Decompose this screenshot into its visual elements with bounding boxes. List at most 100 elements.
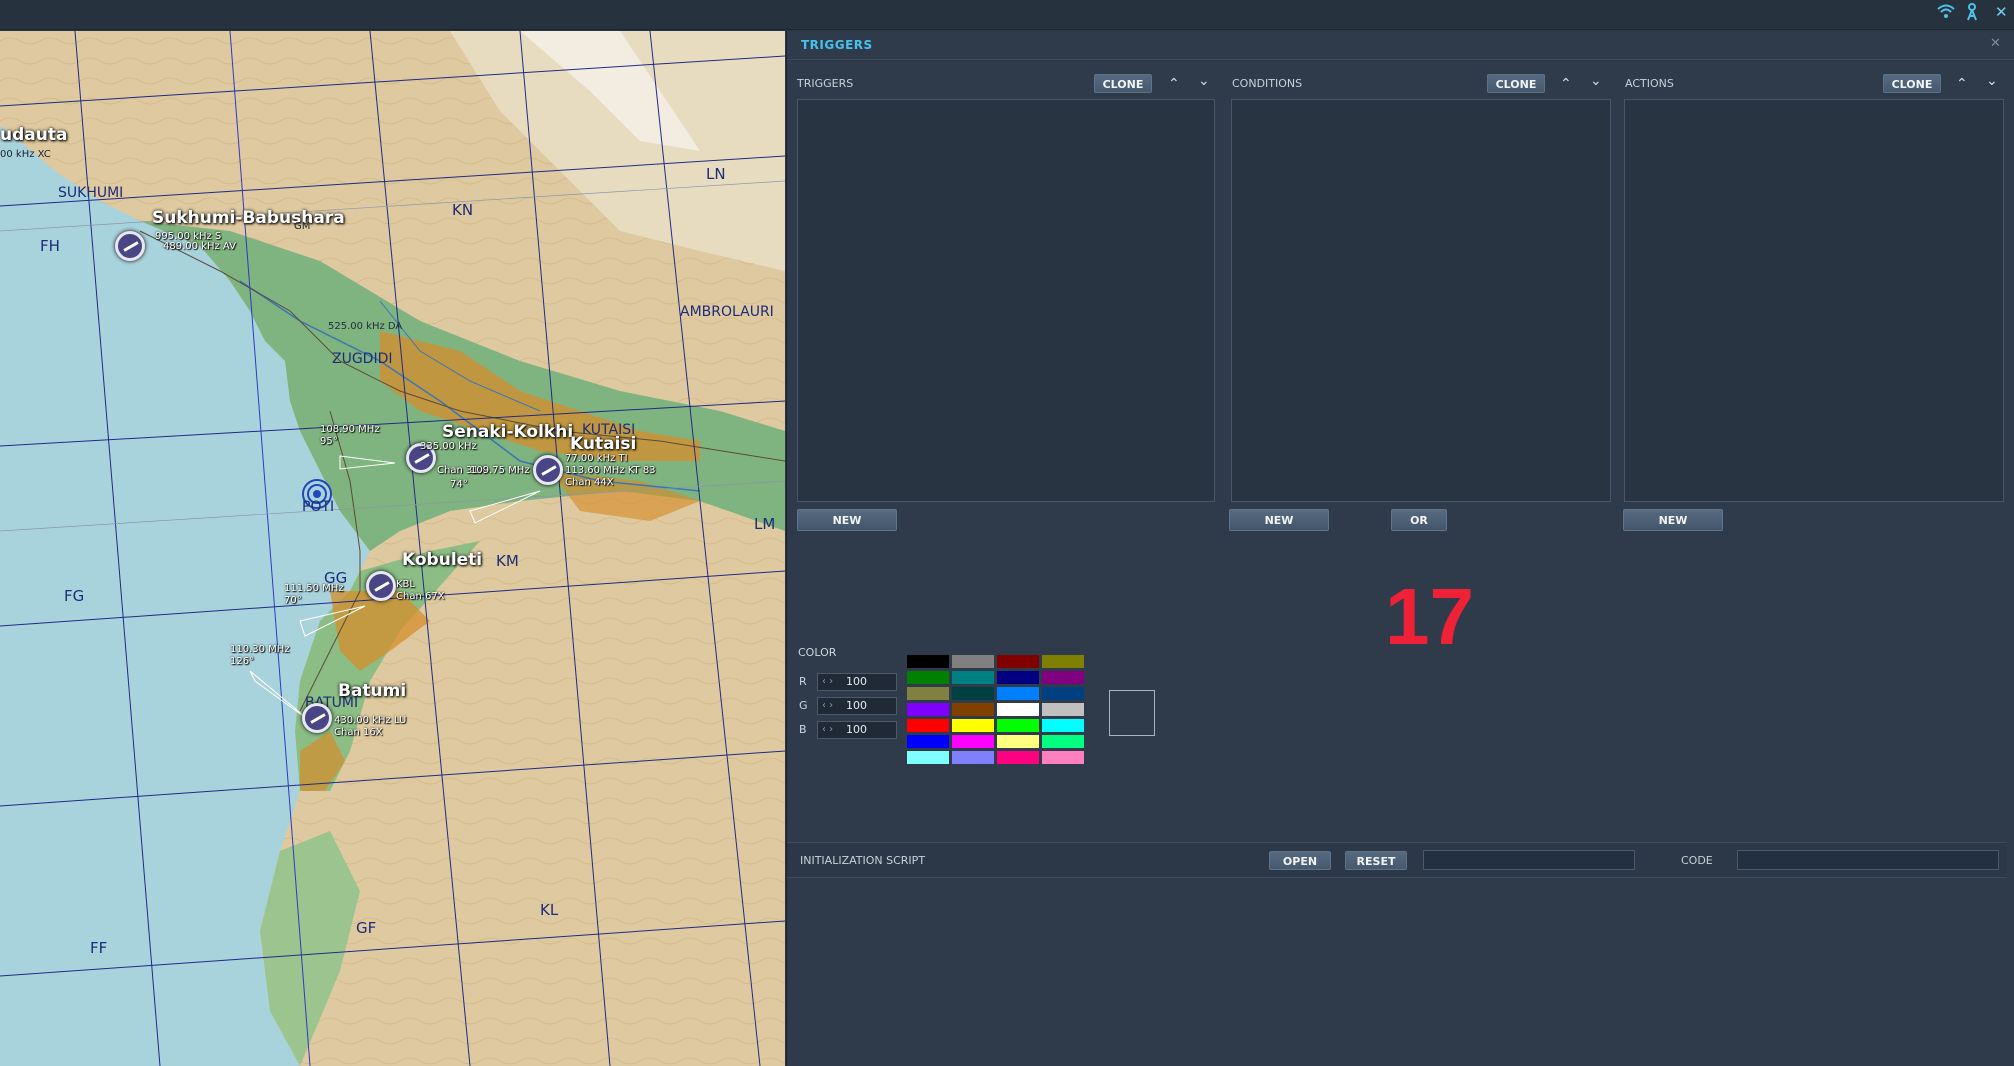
nav-tag: GM <box>294 221 311 232</box>
color-swatch[interactable] <box>951 686 995 701</box>
nav-channel: Chan 16X <box>334 727 383 738</box>
airfield-icon[interactable] <box>115 231 145 261</box>
color-swatch[interactable] <box>1041 686 1085 701</box>
map-view[interactable]: FH FG FF GG GF KN KM KL LN LM SUKHUMI ZU… <box>0 31 785 1066</box>
r-stepper[interactable]: ‹ › 100 <box>817 673 897 691</box>
conditions-new-button[interactable]: NEW <box>1229 509 1329 531</box>
triggers-list[interactable] <box>797 99 1215 502</box>
overlay-number: 17 <box>1385 572 1474 661</box>
color-swatch[interactable] <box>996 670 1040 685</box>
move-up-icon[interactable]: ⌃ <box>1168 76 1180 92</box>
init-script-label: INITIALIZATION SCRIPT <box>800 854 926 867</box>
color-swatch[interactable] <box>951 734 995 749</box>
conditions-label: CONDITIONS <box>1232 77 1303 90</box>
color-swatch[interactable] <box>906 654 950 669</box>
color-swatch[interactable] <box>996 686 1040 701</box>
grid-label: FH <box>40 237 60 255</box>
city-label: POTI <box>302 499 335 515</box>
antenna-icon[interactable] <box>1965 3 1979 26</box>
color-swatch[interactable] <box>906 670 950 685</box>
color-label: COLOR <box>798 646 837 659</box>
stepper-arrows-icon[interactable]: ‹ › <box>822 722 833 738</box>
color-swatch[interactable] <box>1041 750 1085 765</box>
color-swatch[interactable] <box>1041 718 1085 733</box>
nav-frequency: KBL <box>396 579 415 590</box>
color-swatch[interactable] <box>1041 670 1085 685</box>
color-swatch[interactable] <box>906 734 950 749</box>
open-button[interactable]: OPEN <box>1269 851 1331 870</box>
color-swatch[interactable] <box>951 750 995 765</box>
triggers-clone-button[interactable]: CLONE <box>1094 74 1152 93</box>
code-field[interactable] <box>1737 850 1999 870</box>
stepper-arrows-icon[interactable]: ‹ › <box>822 698 833 714</box>
grid-label: FG <box>64 587 85 605</box>
color-swatch[interactable] <box>996 702 1040 717</box>
grid-label: FF <box>90 939 108 957</box>
airfield-icon[interactable] <box>533 455 563 485</box>
triggers-panel: TRIGGERS ✕ TRIGGERS CLONE ⌃ ⌄ NEW CONDIT… <box>786 31 2014 1066</box>
g-value[interactable]: 100 <box>846 698 867 714</box>
nav-frequency: 77.00 kHz TI <box>565 453 628 464</box>
close-icon[interactable]: ✕ <box>1990 36 2001 51</box>
move-up-icon[interactable]: ⌃ <box>1956 76 1968 92</box>
color-swatch[interactable] <box>906 718 950 733</box>
color-swatch[interactable] <box>951 654 995 669</box>
g-stepper[interactable]: ‹ › 100 <box>817 697 897 715</box>
airfield-name: Sukhumi-Babushara <box>152 208 345 228</box>
color-swatch[interactable] <box>996 734 1040 749</box>
panel-title: TRIGGERS <box>801 38 873 52</box>
conditions-or-button[interactable]: OR <box>1391 509 1447 531</box>
move-down-icon[interactable]: ⌄ <box>1590 73 1602 89</box>
code-label: CODE <box>1681 854 1713 867</box>
nav-frequency: 335.00 kHz <box>420 441 477 452</box>
color-swatch[interactable] <box>996 750 1040 765</box>
color-swatch[interactable] <box>996 718 1040 733</box>
actions-list[interactable] <box>1624 99 2004 502</box>
actions-new-button[interactable]: NEW <box>1623 509 1723 531</box>
triggers-new-button[interactable]: NEW <box>797 509 897 531</box>
grid-label: KN <box>452 201 474 219</box>
b-label: B <box>799 723 807 736</box>
move-up-icon[interactable]: ⌃ <box>1560 76 1572 92</box>
color-swatch[interactable] <box>1041 702 1085 717</box>
conditions-clone-button[interactable]: CLONE <box>1487 74 1545 93</box>
move-down-icon[interactable]: ⌄ <box>1198 73 1210 89</box>
b-value[interactable]: 100 <box>846 722 867 738</box>
airfield-name: Kutaisi <box>570 434 637 454</box>
wifi-icon[interactable] <box>1937 3 1955 24</box>
nav-frequency: 489.00 kHz AV <box>163 241 236 252</box>
ils-heading: 126° <box>230 656 255 667</box>
grid-label: LM <box>754 515 776 533</box>
airfield-name: Kobuleti <box>402 550 483 570</box>
airfield-name: Senaki-Kolkhi <box>442 422 574 442</box>
r-label: R <box>799 675 807 688</box>
color-swatch[interactable] <box>906 686 950 701</box>
move-down-icon[interactable]: ⌄ <box>1986 73 1998 89</box>
color-swatch[interactable] <box>951 718 995 733</box>
b-stepper[interactable]: ‹ › 100 <box>817 721 897 739</box>
nav-frequency: 430.00 kHz LU <box>334 715 407 726</box>
reset-button[interactable]: RESET <box>1345 851 1407 870</box>
airfield-icon[interactable] <box>366 571 396 601</box>
color-swatch[interactable] <box>906 750 950 765</box>
divider <box>787 59 2014 60</box>
stepper-arrows-icon[interactable]: ‹ › <box>822 674 833 690</box>
ils-heading: 95° <box>320 436 338 447</box>
color-swatch[interactable] <box>906 702 950 717</box>
actions-label: ACTIONS <box>1625 77 1674 90</box>
conditions-list[interactable] <box>1231 99 1611 502</box>
close-icon[interactable]: ✕ <box>1995 2 2008 22</box>
city-label: udauta <box>0 125 68 145</box>
actions-clone-button[interactable]: CLONE <box>1883 74 1941 93</box>
script-file-field[interactable] <box>1423 850 1635 870</box>
color-swatch[interactable] <box>996 654 1040 669</box>
color-swatch[interactable] <box>1041 654 1085 669</box>
nav-channel: Chan 44X <box>565 477 614 488</box>
color-swatch[interactable] <box>951 670 995 685</box>
init-script-bar: INITIALIZATION SCRIPT OPEN RESET CODE <box>787 842 2007 878</box>
airfield-icon[interactable] <box>302 703 332 733</box>
color-swatch[interactable] <box>1041 734 1085 749</box>
r-value[interactable]: 100 <box>846 674 867 690</box>
ils-heading: 70° <box>284 595 302 606</box>
color-swatch[interactable] <box>951 702 995 717</box>
